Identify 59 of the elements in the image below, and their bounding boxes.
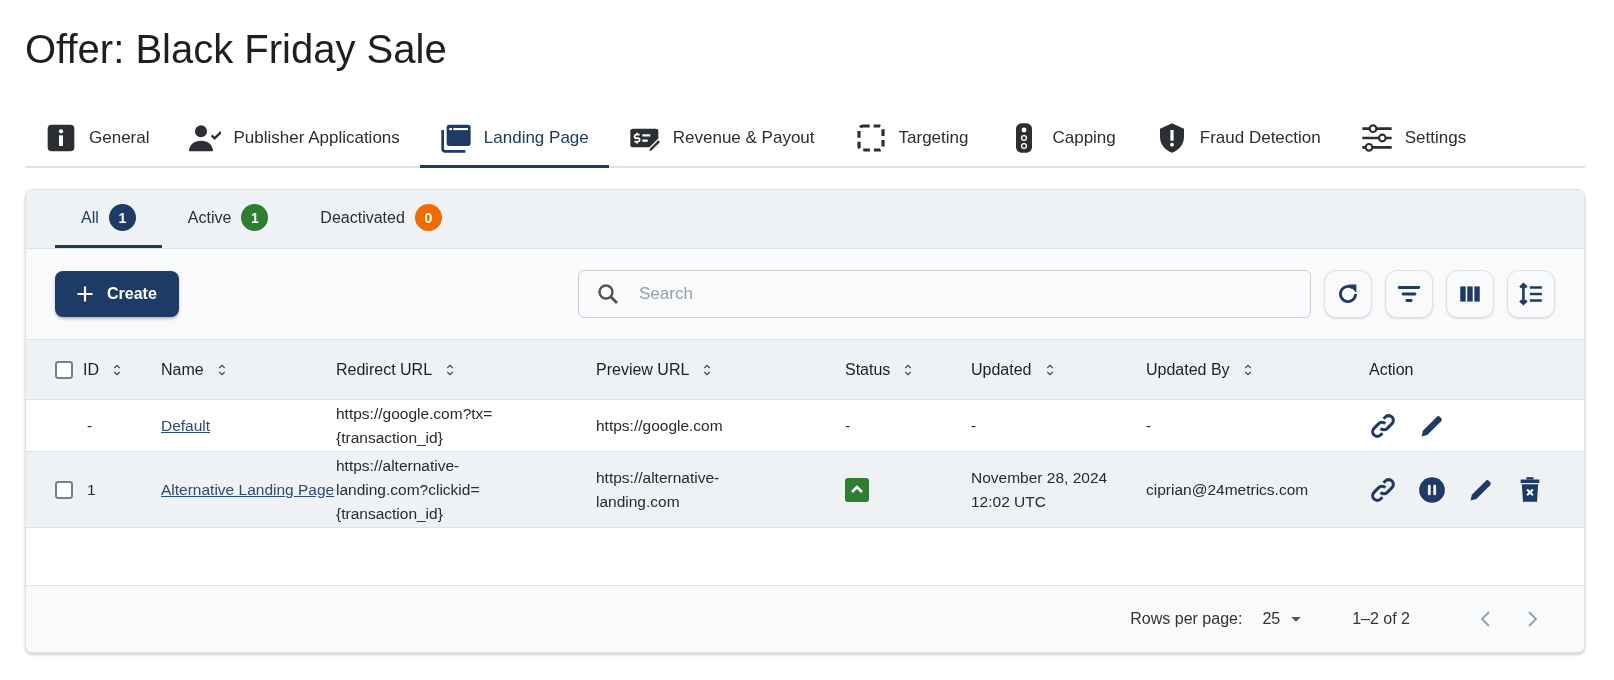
checkbox[interactable] xyxy=(55,360,73,379)
count-badge: 0 xyxy=(414,204,442,231)
link-button[interactable] xyxy=(1369,475,1397,504)
tab[interactable]: Settings xyxy=(1340,111,1487,168)
status-cell: - xyxy=(845,416,851,434)
page-range: 1–2 of 2 xyxy=(1352,610,1410,628)
column-header: Preview URL xyxy=(596,360,690,379)
column-header: Updated By xyxy=(1146,360,1230,379)
rows-per-page-label: Rows per page: xyxy=(1130,610,1243,628)
id-cell-text: 1 xyxy=(87,479,96,500)
updated-cell-text: November 28, 2024 12:02 UTC xyxy=(971,467,1109,512)
columns-button[interactable] xyxy=(1446,270,1494,318)
refresh-button[interactable] xyxy=(1324,270,1372,318)
dashed-square-icon xyxy=(854,122,887,154)
info-icon xyxy=(45,122,77,154)
plus-icon xyxy=(75,284,95,304)
tab[interactable]: Landing Page xyxy=(419,111,609,168)
create-button[interactable]: Create xyxy=(55,271,179,317)
tab[interactable]: Capping xyxy=(988,111,1136,168)
rows-per-page-select[interactable]: 25 xyxy=(1262,610,1305,628)
sliders-icon xyxy=(1360,122,1393,154)
column-header: Action xyxy=(1369,360,1414,379)
column-header: Redirect URL xyxy=(336,360,433,379)
tab[interactable]: Fraud Detection xyxy=(1135,111,1341,168)
id-cell-text: - xyxy=(87,415,93,436)
column-header: Name xyxy=(161,360,204,379)
status-tab[interactable]: Deactivated 0 xyxy=(294,190,468,248)
line-height-icon xyxy=(1518,281,1544,307)
search-field[interactable]: Search xyxy=(578,270,1311,318)
redirect-url-cell-text: https://alternative- landing.com?clickid= {transaction_id} xyxy=(336,455,481,524)
updated-by-cell-text: ciprian@24metrics.com xyxy=(1146,479,1310,500)
name-link[interactable]: Default xyxy=(161,416,211,434)
window-icon xyxy=(439,122,472,154)
search-icon xyxy=(596,282,620,306)
count-badge: 1 xyxy=(241,204,269,231)
tab[interactable]: Targeting xyxy=(834,111,989,168)
name-link[interactable]: Alternative Landing Page xyxy=(161,480,335,498)
preview-url-cell-text: https://google.com xyxy=(596,415,724,436)
checkbox[interactable] xyxy=(55,480,73,499)
user-check-icon xyxy=(189,122,222,154)
pause-icon xyxy=(1418,475,1446,504)
tab[interactable]: General xyxy=(25,111,170,168)
status-tab[interactable]: Active 1 xyxy=(161,190,295,248)
tab[interactable]: Publisher Applications xyxy=(169,111,420,168)
updated-cell-text: - xyxy=(971,415,978,436)
density-button[interactable] xyxy=(1507,270,1555,318)
page-title: Offer: Black Friday Sale xyxy=(25,26,448,73)
link-icon xyxy=(1369,411,1397,440)
filter-button[interactable] xyxy=(1385,270,1433,318)
column-header: Status xyxy=(845,360,891,379)
tab[interactable]: Revenue & Payout xyxy=(608,111,835,168)
preview-url-cell-text: https://alternative- landing.com xyxy=(596,467,721,512)
count-badge: 1 xyxy=(108,204,136,231)
pause-button[interactable] xyxy=(1418,475,1446,504)
link-button[interactable] xyxy=(1369,411,1397,440)
updated-by-cell-text: - xyxy=(1146,415,1153,436)
column-header: Updated xyxy=(971,360,1032,379)
column-header: ID xyxy=(83,360,99,379)
link-icon xyxy=(1369,475,1397,504)
